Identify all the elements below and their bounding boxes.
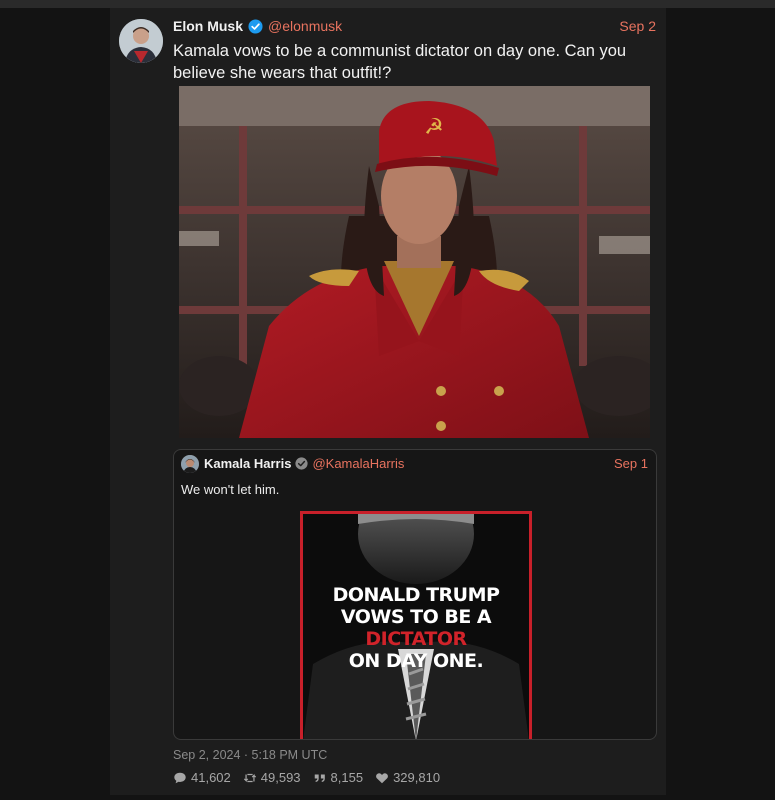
author-handle[interactable]: @elonmusk <box>268 18 342 34</box>
poster-line-1: DONALD TRUMP <box>332 584 500 606</box>
like-stat[interactable]: 329,810 <box>375 770 440 785</box>
author-name[interactable]: Elon Musk <box>173 18 243 34</box>
tweet-text: Kamala vows to be a communist dictator o… <box>173 42 627 82</box>
retweet-stat[interactable]: 49,593 <box>243 770 301 785</box>
user-avatar-icon <box>119 19 163 63</box>
quote-count: 8,155 <box>330 770 364 785</box>
reply-stat[interactable]: 41,602 <box>173 770 231 785</box>
user-avatar-icon <box>181 455 199 473</box>
quoted-tweet[interactable]: Kamala Harris @KamalaHarris Sep 1 We won… <box>173 449 657 740</box>
svg-text:☭: ☭ <box>424 115 444 140</box>
reply-count: 41,602 <box>191 770 231 785</box>
quote-icon <box>314 774 325 782</box>
woman-red-uniform-image: ☭ <box>179 86 650 438</box>
author-avatar[interactable] <box>119 19 163 63</box>
retweet-count: 49,593 <box>260 770 301 785</box>
top-bar <box>0 0 775 8</box>
quote-author-avatar[interactable] <box>181 455 199 473</box>
verified-badge-icon <box>295 457 309 470</box>
tweet-image[interactable]: ☭ <box>179 86 650 438</box>
retweet-icon <box>243 773 256 782</box>
quote-date[interactable]: Sep 1 <box>614 456 648 471</box>
verified-badge-icon <box>248 18 263 34</box>
poster-line-4: ON DAY ONE. <box>348 650 484 672</box>
quote-author-handle[interactable]: @KamalaHarris <box>312 456 404 471</box>
reply-icon <box>174 772 186 783</box>
tweet-card: Elon Musk @elonmusk Sep 2 Kamala vows to… <box>110 8 666 795</box>
heart-icon <box>376 772 388 783</box>
author-row: Elon Musk @elonmusk <box>173 18 342 34</box>
quote-author-row: Kamala Harris @KamalaHarris <box>204 456 404 471</box>
poster-line-3: DICTATOR <box>365 628 467 650</box>
quote-text: We won't let him. <box>181 482 280 497</box>
tweet-date[interactable]: Sep 2 <box>619 18 656 34</box>
quote-stat[interactable]: 8,155 <box>313 770 364 785</box>
poster-headline: DONALD TRUMP VOWS TO BE A DICTATOR ON DA… <box>303 584 529 672</box>
poster-line-2: VOWS TO BE A <box>340 606 492 628</box>
tweet-timestamp[interactable]: Sep 2, 2024 · 5:18 PM UTC <box>173 748 327 762</box>
quote-author-name[interactable]: Kamala Harris <box>204 456 291 471</box>
like-count: 329,810 <box>393 770 441 785</box>
quote-poster-image[interactable]: DONALD TRUMP VOWS TO BE A DICTATOR ON DA… <box>300 511 532 739</box>
engagement-stats: 41,602 49,593 8,155 329,810 <box>173 770 440 785</box>
